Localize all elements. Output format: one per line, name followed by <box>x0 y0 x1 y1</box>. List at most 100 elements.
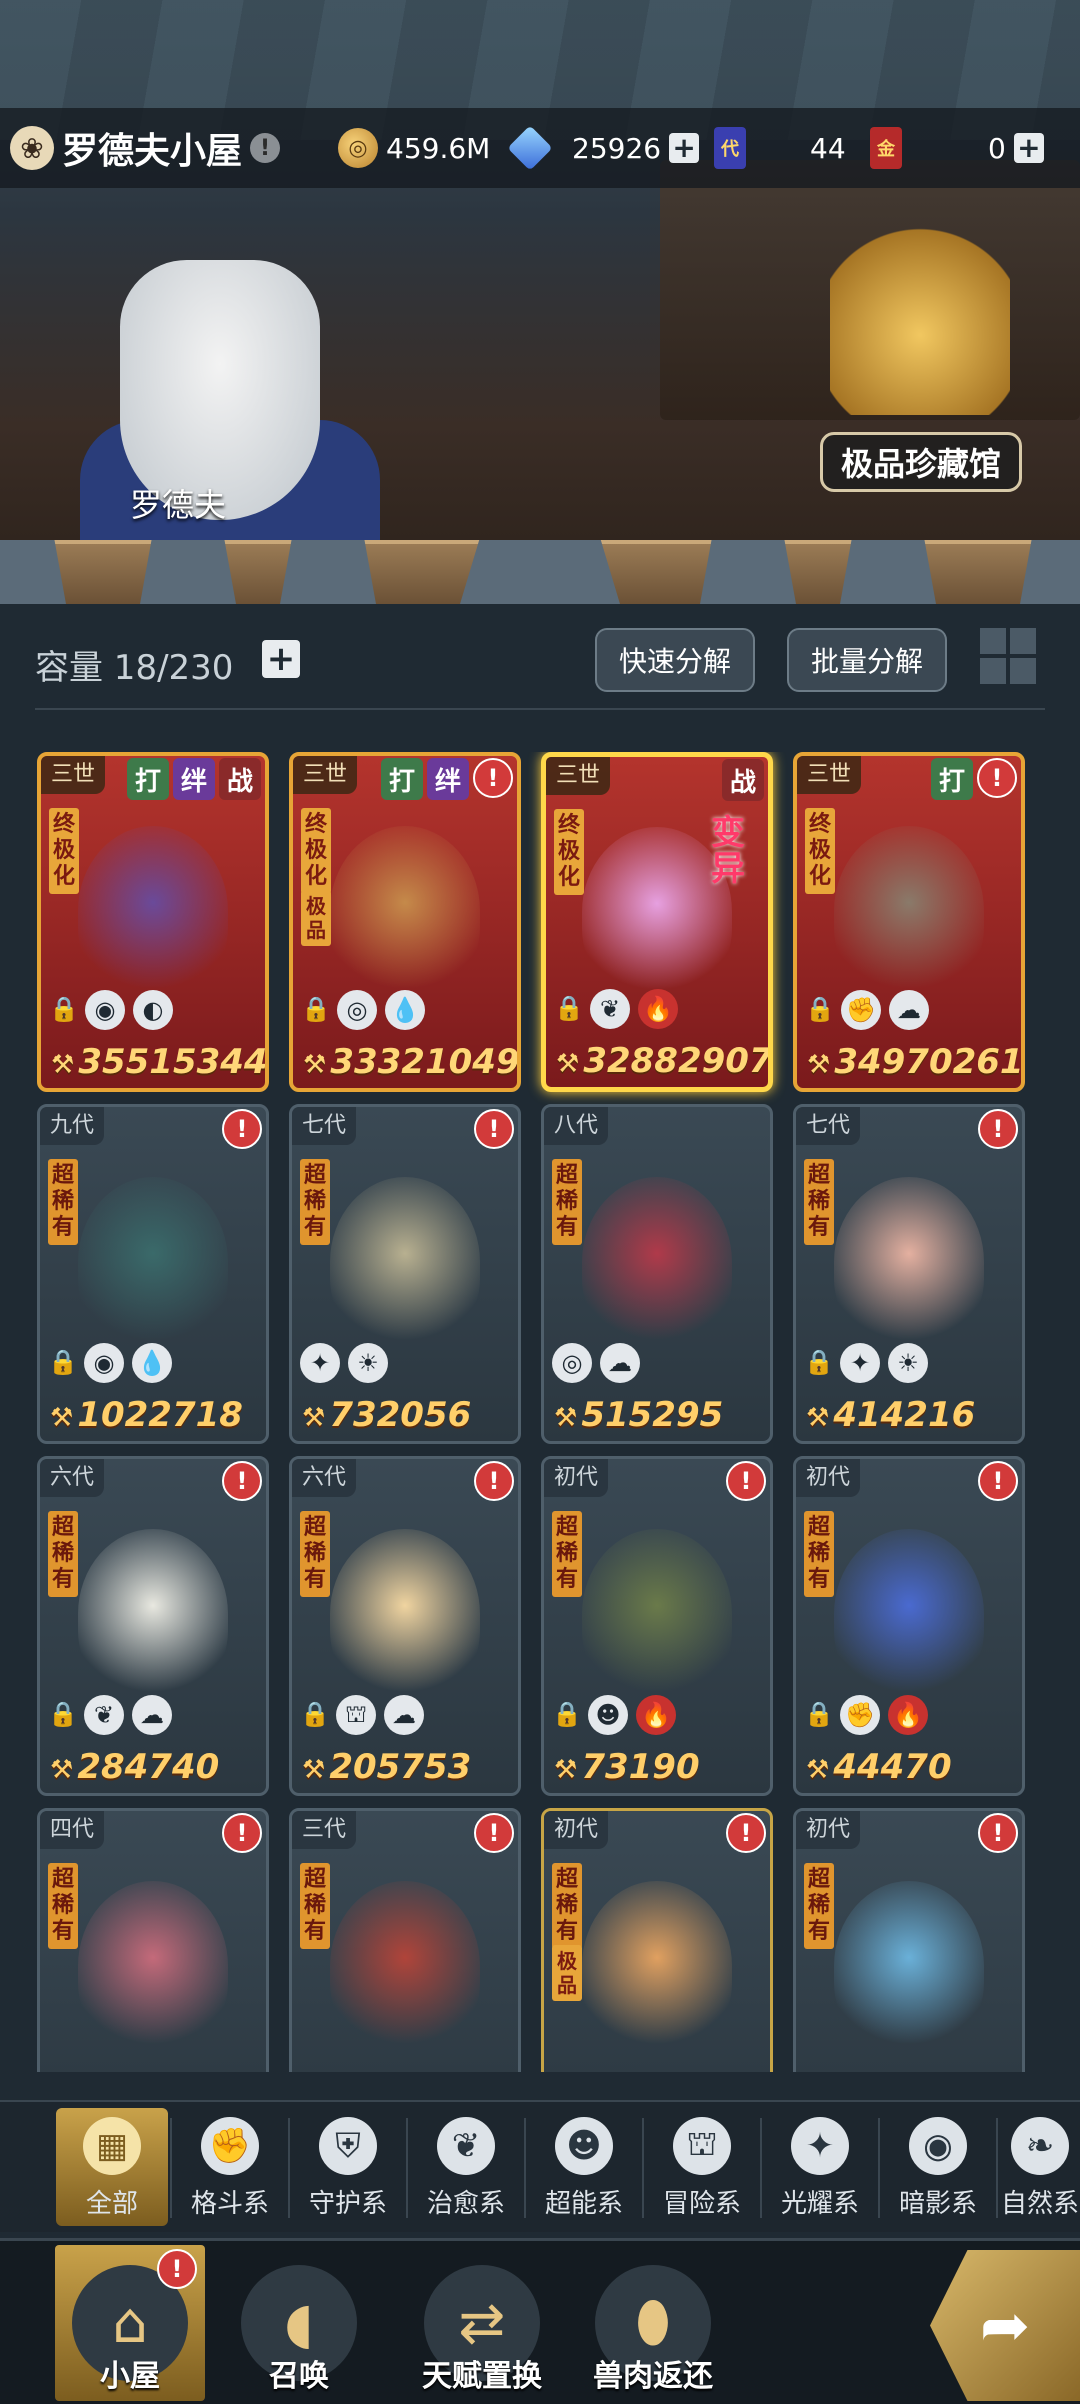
power-value: 73190 <box>581 1747 700 1787</box>
tab-lantern[interactable]: ⛫ 冒险系 <box>646 2108 758 2226</box>
alert-icon: ! <box>474 1109 514 1149</box>
nav-house[interactable]: ⌂ 小屋! <box>55 2245 205 2401</box>
tab-eye[interactable]: ◉ 暗影系 <box>882 2108 994 2226</box>
pet-art <box>78 1177 228 1347</box>
tab-label: 格斗系 <box>190 2189 269 2219</box>
power-icon: ⚒ <box>302 1403 326 1433</box>
lock-icon[interactable]: 🔒 <box>554 994 584 1024</box>
lock-icon[interactable]: 🔒 <box>300 1700 330 1730</box>
pet-card[interactable]: 初代! 超稀有 <box>793 1808 1025 2072</box>
pet-card[interactable]: 三世 战终极化 变异 🔒 ❦ 🔥 ⚒ 32882907 <box>541 752 773 1092</box>
card-tags: ! <box>978 1461 1018 1501</box>
tab-sprout[interactable]: ❦ 治愈系 <box>410 2108 522 2226</box>
card-power: ⚒ 35515344 <box>51 1042 265 1082</box>
alert-icon: ! <box>978 1461 1018 1501</box>
museum-button[interactable]: 极品珍藏馆 <box>820 432 1023 492</box>
nav-meat[interactable]: ⬮ 兽肉返还 <box>568 2245 738 2401</box>
attribute-icon: ☁ <box>132 1695 172 1735</box>
info-alert-icon[interactable]: ! <box>250 133 281 163</box>
tab-alien[interactable]: ☻ 超能系 <box>528 2108 640 2226</box>
lock-icon[interactable]: 🔒 <box>301 995 331 1025</box>
power-icon: ⚒ <box>50 1403 74 1433</box>
card-attributes: 🔒 ◎ 💧 <box>301 990 425 1030</box>
pet-card[interactable]: 九代! 超稀有 🔒 ◉ 💧 ⚒ 1022718 <box>37 1104 269 1444</box>
card-attributes: 🔒 ✊ ☁ <box>805 990 929 1030</box>
power-value: 732056 <box>329 1395 472 1435</box>
card-tags: 战 <box>722 759 764 801</box>
grid-icon: ▦ <box>83 2117 141 2175</box>
pet-art <box>330 1529 480 1699</box>
attribute-icon: ✦ <box>840 1343 880 1383</box>
lock-icon[interactable]: 🔒 <box>552 1700 582 1730</box>
nav-swap[interactable]: ⇄ 天赋置换 <box>397 2245 567 2401</box>
power-value: 33321049 <box>330 1042 520 1082</box>
rarity-label: 超稀有 <box>552 1863 582 1949</box>
pet-card[interactable]: 六代! 超稀有 🔒 ⛫ ☁ ⚒ 205753 <box>289 1456 521 1796</box>
home-title: 罗德夫小屋 <box>62 131 243 172</box>
pet-art <box>78 1529 228 1699</box>
lock-icon[interactable]: 🔒 <box>805 995 835 1025</box>
lock-icon[interactable]: 🔒 <box>804 1348 834 1378</box>
pet-card[interactable]: 初代! 超稀有 🔒 ✊ 🔥 ⚒ 44470 <box>793 1456 1025 1796</box>
attribute-icon: 🔥 <box>888 1695 928 1735</box>
card-generation: 七代 <box>292 1107 357 1145</box>
attribute-icon: ☻ <box>588 1695 628 1735</box>
lock-icon[interactable]: 🔒 <box>49 995 79 1025</box>
shield-icon: ⛨ <box>319 2117 377 2175</box>
card-generation: 四代 <box>40 1811 105 1849</box>
tab-fist[interactable]: ✊ 格斗系 <box>174 2108 286 2226</box>
add-gold-card-button[interactable]: + <box>1013 133 1044 163</box>
quick-decompose-button[interactable]: 快速分解 <box>595 628 756 692</box>
add-diamond-button[interactable]: + <box>669 133 700 163</box>
pet-card[interactable]: 八代 超稀有 ◎ ☁ ⚒ 515295 <box>541 1104 773 1444</box>
tab-divider <box>170 2118 172 2218</box>
lock-icon[interactable]: 🔒 <box>48 1700 78 1730</box>
pet-card[interactable]: 初代! 超稀有 🔒 ☻ 🔥 ⚒ 73190 <box>541 1456 773 1796</box>
pet-card[interactable]: 七代! 超稀有 ✦ ☀ ⚒ 732056 <box>289 1104 521 1444</box>
rarity-label: 终极化 <box>805 808 835 894</box>
power-icon: ⚒ <box>554 1755 578 1785</box>
pet-card[interactable]: 三世打绊! 终极化 极品 🔒 ◎ 💧 ⚒ 33321049 <box>289 752 521 1092</box>
card-generation: 三世 <box>293 756 358 794</box>
power-icon: ⚒ <box>303 1050 327 1080</box>
grid-view-icon[interactable] <box>980 628 1036 684</box>
tab-grid[interactable]: ▦ 全部 <box>56 2108 168 2226</box>
alert-icon: ! <box>222 1109 262 1149</box>
paw-icon: ❀ <box>10 126 54 170</box>
pet-card[interactable]: 六代! 超稀有 🔒 ❦ ☁ ⚒ 284740 <box>37 1456 269 1796</box>
pet-card[interactable]: 四代! 超稀有 <box>37 1808 269 2072</box>
power-icon: ⚒ <box>302 1755 326 1785</box>
tab-sparkle[interactable]: ✦ 光耀系 <box>764 2108 876 2226</box>
pet-art <box>834 1177 984 1347</box>
pet-art <box>834 1881 984 2051</box>
card-power: ⚒ 1022718 <box>50 1395 243 1435</box>
alert-icon: ! <box>726 1813 766 1853</box>
rarity-label: 超稀有 <box>804 1863 834 1949</box>
rarity-label: 终极化 <box>554 809 584 895</box>
pet-card[interactable]: 三世 打! 终极化 🔒 ✊ ☁ ⚒ 34970261 <box>793 752 1025 1092</box>
card-power: ⚒ 414216 <box>806 1395 975 1435</box>
pet-card[interactable]: 三代! 超稀有 <box>289 1808 521 2072</box>
nav-label: 召唤 <box>269 2359 329 2394</box>
card-attributes: 🔒 ❦ 🔥 <box>554 989 678 1029</box>
pet-card[interactable]: 初代! 超稀有 极品 <box>541 1808 773 2072</box>
card-generation: 三世 <box>797 756 862 794</box>
attribute-icon: ⛫ <box>336 1695 376 1735</box>
tab-leaf[interactable]: ❧ 自然系 <box>1000 2108 1080 2226</box>
card-tag: 战 <box>722 759 764 801</box>
lock-icon[interactable]: 🔒 <box>804 1700 834 1730</box>
batch-decompose-button[interactable]: 批量分解 <box>787 628 948 692</box>
card-attributes: ✦ ☀ <box>300 1343 388 1383</box>
pet-card[interactable]: 七代! 超稀有 🔒 ✦ ☀ ⚒ 414216 <box>793 1104 1025 1444</box>
pet-card[interactable]: 三世打绊战终极化 🔒 ◉ ◐ ⚒ 35515344 <box>37 752 269 1092</box>
rarity-label: 超稀有 <box>48 1159 78 1245</box>
tab-shield[interactable]: ⛨ 守护系 <box>292 2108 404 2226</box>
home-title-group[interactable]: ❀ 罗德夫小屋 ! <box>10 118 281 178</box>
museum-trophy[interactable] <box>830 215 1010 415</box>
attribute-icon: ◎ <box>337 990 377 1030</box>
expand-capacity-button[interactable]: + <box>262 640 300 678</box>
nav-egg[interactable]: ◖ 召唤 <box>224 2245 374 2401</box>
tab-divider <box>878 2118 880 2218</box>
lock-icon[interactable]: 🔒 <box>48 1348 78 1378</box>
card-tags: ! <box>222 1813 262 1853</box>
